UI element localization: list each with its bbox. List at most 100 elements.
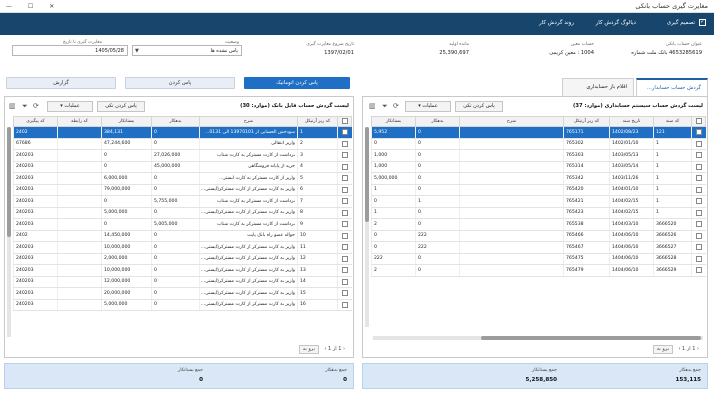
row-checkbox[interactable] [691, 207, 706, 219]
table-row[interactable]: 11 واریز به کارت مسترکر از کارت مسترکر(ای… [13, 241, 352, 254]
toolbar-workflow-dialog[interactable]: دیالوگ گردش کار [596, 20, 636, 26]
refresh-icon[interactable]: ⟳ [33, 101, 39, 111]
toolbar-decision[interactable]: تصمیم گیری [667, 20, 695, 26]
row-checkbox[interactable] [691, 241, 706, 254]
table-row[interactable]: 5 واریز از کارت مسترکر به کارت ایستر... 0 6… [13, 172, 352, 185]
left-pass-single-button[interactable]: پاس کردن تکی [97, 101, 145, 112]
table-row[interactable]: 10 حواله عضو راه بانک پایت 0 14,450,000 2402 [13, 230, 352, 242]
col-tracking-code[interactable]: کد پیگیری [13, 116, 58, 127]
table-row[interactable]: 3666529 1404/06/10 765479 0 2 [371, 264, 706, 277]
row-checkbox[interactable] [691, 195, 706, 208]
row-checkbox[interactable] [337, 184, 352, 196]
select-all-checkbox[interactable] [691, 116, 706, 127]
col-debit[interactable]: بدهکار [151, 116, 200, 127]
to-date-input[interactable]: 1405/05/28 [12, 45, 128, 56]
filter-icon[interactable]: ⏷ [382, 101, 388, 111]
row-checkbox[interactable] [337, 253, 352, 265]
table-row[interactable]: 3666520 1404/03/10 765538 0 2 [371, 218, 706, 231]
table-row[interactable]: 1 1403/05/14 765314 0 1,000 [371, 161, 706, 173]
row-checkbox[interactable] [337, 299, 352, 311]
table-row[interactable]: 8 واریز به کارت مسترکر از کارت مسترکر(ایس… [13, 207, 352, 219]
filter-icon[interactable]: ⏷ [22, 101, 28, 111]
row-checkbox[interactable] [337, 161, 352, 173]
table-row[interactable]: 121 1402/08/23 765171 0 5,952 [371, 126, 706, 139]
pager-goto-button[interactable]: برو به [298, 345, 319, 354]
pager-next-icon[interactable]: › [324, 346, 326, 352]
auto-pass-button[interactable]: پاس کردن اتوماتیک [244, 77, 350, 89]
table-row[interactable]: 3666527 1404/06/10 765467 222 0 [371, 241, 706, 254]
table-row[interactable]: 1 1403/11/26 765342 0 5,000,000 [371, 172, 706, 185]
right-pass-single-button[interactable]: پاس کردن تکی [455, 101, 503, 112]
table-row[interactable]: 2 واریز انتقالی 0 47,244,600 67686 [13, 138, 352, 150]
table-row[interactable]: 1 سودخش الحسابی از 13970101 الی 0131... 0 3… [13, 126, 352, 139]
report-button[interactable]: گزارش [6, 77, 116, 89]
left-operations-button[interactable]: عملیات ▾ [47, 101, 93, 112]
pager-next-icon[interactable]: › [678, 346, 680, 352]
table-row[interactable]: 1 1404/01/10 765420 0 1 [371, 184, 706, 196]
row-checkbox[interactable] [691, 230, 706, 242]
col-doc-code[interactable]: کد سند [653, 116, 692, 127]
row-checkbox[interactable] [337, 126, 352, 139]
row-checkbox[interactable] [691, 138, 706, 150]
col-article-code[interactable]: کد ریز آرتیکل [297, 116, 338, 127]
table-row[interactable]: 1 1402/01/10 765302 0 0 [371, 138, 706, 150]
right-operations-button[interactable]: عملیات ▾ [405, 101, 451, 112]
row-checkbox[interactable] [691, 149, 706, 162]
table-row[interactable]: 3 برداشت از کارت مسترکر به کارت شتاب 27,02… [13, 149, 352, 162]
row-checkbox[interactable] [337, 287, 352, 300]
table-row[interactable]: 15 واریز به کارت مسترکر از کارت مسترکر(ای… [13, 287, 352, 300]
row-checkbox[interactable] [337, 276, 352, 288]
columns-icon[interactable]: ▥ [369, 101, 376, 111]
col-debit[interactable]: بدهکار [415, 116, 460, 127]
columns-icon[interactable]: ▥ [9, 101, 16, 111]
col-credit[interactable]: بستانکار [101, 116, 152, 127]
table-row[interactable]: 1 1403/05/13 765303 0 1,000 [371, 149, 706, 162]
right-vertical-scrollbar[interactable] [365, 127, 369, 327]
row-checkbox[interactable] [337, 207, 352, 219]
table-row[interactable]: 7 برداشت از کارت مسترکر به کارت شتاب 5,755… [13, 195, 352, 208]
right-horizontal-scrollbar[interactable] [373, 336, 703, 340]
tab-open-items[interactable]: اقلام باز حسابداری [562, 78, 634, 96]
row-checkbox[interactable] [337, 149, 352, 162]
row-checkbox[interactable] [337, 138, 352, 150]
row-checkbox[interactable] [337, 230, 352, 242]
col-article-code[interactable]: کد ریز آرتیکل [563, 116, 610, 127]
table-row[interactable]: 3666528 1404/06/10 765475 0 222 [371, 253, 706, 265]
left-vertical-scrollbar[interactable] [7, 127, 11, 337]
table-row[interactable]: 9 برداشت از کارت مسترکر به کارت شتاب 5,005… [13, 218, 352, 231]
row-checkbox[interactable] [691, 161, 706, 173]
row-checkbox[interactable] [337, 195, 352, 208]
row-checkbox[interactable] [691, 172, 706, 185]
col-description[interactable]: شرح [199, 116, 298, 127]
select-all-checkbox[interactable] [337, 116, 352, 127]
pass-button[interactable]: پاس کردن [125, 77, 235, 89]
table-row[interactable]: 1 1404/02/15 765423 0 1 [371, 207, 706, 219]
table-row[interactable]: 14 واریز به کارت مسترکر از کارت مسترکر(ای… [13, 276, 352, 288]
row-checkbox[interactable] [337, 264, 352, 277]
row-checkbox[interactable] [691, 184, 706, 196]
table-row[interactable]: 13 واریز به کارت مسترکر از کارت مسترکر(ای… [13, 264, 352, 277]
col-relation-code[interactable]: کد رابطه [57, 116, 102, 127]
row-checkbox[interactable] [691, 253, 706, 265]
refresh-icon[interactable]: ⟳ [393, 101, 399, 111]
row-checkbox[interactable] [337, 172, 352, 185]
table-row[interactable]: 3666526 1404/06/10 765466 222 0 [371, 230, 706, 242]
window-controls[interactable]: — ☐ ✕ [6, 3, 61, 10]
row-checkbox[interactable] [691, 126, 706, 139]
col-credit[interactable]: بستانکار [371, 116, 416, 127]
row-checkbox[interactable] [337, 241, 352, 254]
pager-goto-button[interactable]: برو به [652, 345, 673, 354]
table-row[interactable]: 12 واریز به کارت مسترکر از کارت مسترکر(ای… [13, 253, 352, 265]
table-row[interactable]: 4 خرید از پایانه فروشگاهی 45,000,000 0 24020… [13, 161, 352, 173]
table-row[interactable]: 16 واریز به کارت مسترکر از کارت مسترکر(ای… [13, 299, 352, 311]
table-row[interactable]: 6 واریز به کارت مسترکر از کارت مسترکر(ایس… [13, 184, 352, 196]
row-checkbox[interactable] [337, 218, 352, 231]
status-select[interactable]: پاس نشده ها ▼ [132, 45, 242, 56]
toolbar-workflow-process[interactable]: روند گردش کار [539, 20, 574, 26]
col-description[interactable]: شرح [459, 116, 564, 127]
pager-prev-icon[interactable]: ‹ [697, 346, 699, 352]
row-checkbox[interactable] [691, 264, 706, 277]
table-row[interactable]: 1 1404/02/15 765421 1 0 [371, 195, 706, 208]
col-doc-date[interactable]: تاریخ سند [609, 116, 654, 127]
pager-prev-icon[interactable]: ‹ [343, 346, 345, 352]
